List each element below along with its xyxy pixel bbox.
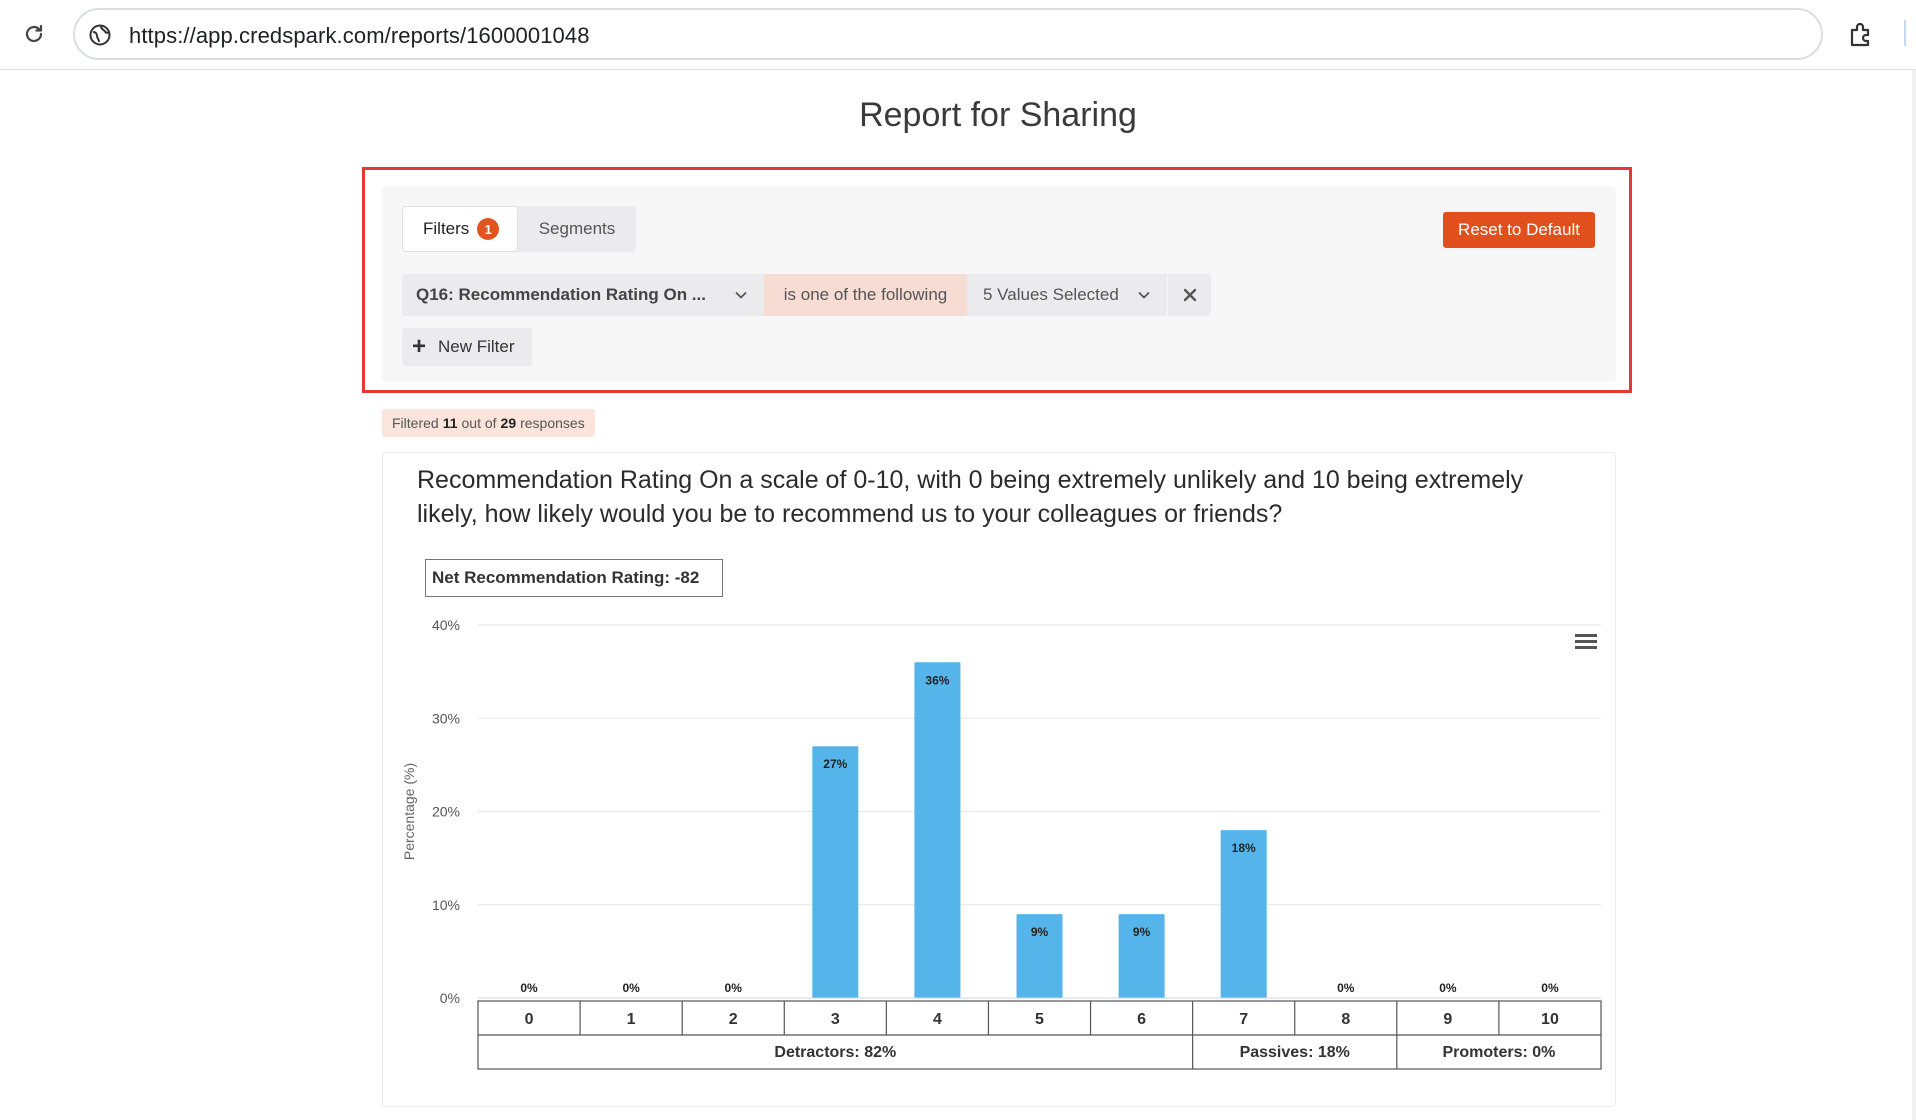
x-tick-label: 0 [525,1011,534,1028]
bar-data-label: 0% [622,981,640,995]
tab-segments[interactable]: Segments [518,206,636,252]
new-filter-button[interactable]: + New Filter [402,328,532,366]
y-tick-label: 40% [432,617,460,633]
filter-values-select[interactable]: 5 Values Selected [967,274,1167,316]
toolbar-edge [1904,20,1906,46]
tab-segments-label: Segments [538,219,616,238]
y-axis-label: Percentage (%) [401,763,417,860]
tab-filters[interactable]: Filters 1 [402,206,518,252]
close-icon [1183,288,1196,302]
bar-data-label: 27% [823,757,847,771]
tab-filters-label: Filters [423,219,470,238]
filter-tabs: Filters 1 Segments [402,206,636,252]
filtered-suffix: responses [520,415,585,431]
address-bar[interactable]: https://app.credspark.com/reports/160000… [73,8,1823,60]
x-tick-label: 9 [1443,1011,1452,1028]
reset-to-default-button[interactable]: Reset to Default [1443,212,1595,248]
plus-icon: + [412,333,427,360]
x-tick-label: 2 [729,1011,738,1028]
x-tick-label: 4 [933,1011,942,1028]
total-count: 29 [500,415,517,431]
filter-question-select[interactable]: Q16: Recommendation Rating On ... [402,274,764,316]
bar-data-label: 18% [1232,841,1256,855]
page-scrollbar[interactable] [1912,70,1916,1120]
bar-data-label: 0% [1541,981,1559,995]
group-label: Promoters: 0% [1442,1044,1555,1061]
question-report-card: Recommendation Rating On a scale of 0-10… [382,452,1616,1107]
filter-values-label: 5 Values Selected [983,285,1119,304]
bar-data-label: 0% [520,981,538,995]
reload-icon[interactable] [18,18,50,50]
filtered-prefix: Filtered [392,415,439,431]
y-tick-label: 0% [440,990,460,1006]
x-tick-label: 1 [627,1011,636,1028]
bar-data-label: 36% [925,673,949,687]
y-tick-label: 30% [432,710,460,726]
extensions-icon[interactable] [1844,18,1878,52]
group-label: Passives: 18% [1240,1044,1350,1061]
filtered-middle: out of [461,415,497,431]
x-tick-label: 10 [1541,1011,1559,1028]
remove-filter-button[interactable] [1167,274,1211,316]
x-tick-label: 6 [1137,1011,1146,1028]
filtered-count: 11 [442,415,458,431]
bar [914,662,961,998]
url-text: https://app.credspark.com/reports/160000… [129,23,590,48]
nps-bar-chart: 0%10%20%30%40%Percentage (%)0% 0% 0%27%36%… [401,617,1602,1070]
browser-toolbar: https://app.credspark.com/reports/160000… [0,0,1916,70]
x-tick-label: 7 [1239,1011,1248,1028]
bar-data-label: 0% [1439,981,1457,995]
filter-row: Q16: Recommendation Rating On ... is one… [402,274,1211,316]
filter-panel: Filters 1 Segments Reset to Default Q16:… [382,186,1616,382]
y-tick-label: 10% [432,897,460,913]
chevron-down-icon [735,291,747,299]
bar-data-label: 9% [1031,925,1049,939]
filtered-count-badge: Filtered 11 out of 29 responses [382,409,595,437]
new-filter-label: New Filter [438,337,515,356]
bar-data-label: 9% [1133,925,1151,939]
x-tick-label: 3 [831,1011,840,1028]
y-tick-label: 20% [432,804,460,820]
bar-data-label: 0% [1337,981,1355,995]
filter-operator-select[interactable]: is one of the following [764,274,967,316]
bar-data-label: 0% [725,981,743,995]
bar [812,746,859,998]
chevron-down-icon [1138,291,1150,299]
filter-question-label: Q16: Recommendation Rating On ... [416,285,706,304]
x-tick-label: 8 [1341,1011,1350,1028]
bar [1220,830,1267,998]
filter-count-badge: 1 [477,218,500,240]
filter-operator-label: is one of the following [783,285,948,304]
site-info-icon[interactable] [87,22,113,48]
page-title: Report for Sharing [859,96,1137,134]
x-tick-label: 5 [1035,1011,1044,1028]
group-label: Detractors: 82% [774,1044,896,1061]
